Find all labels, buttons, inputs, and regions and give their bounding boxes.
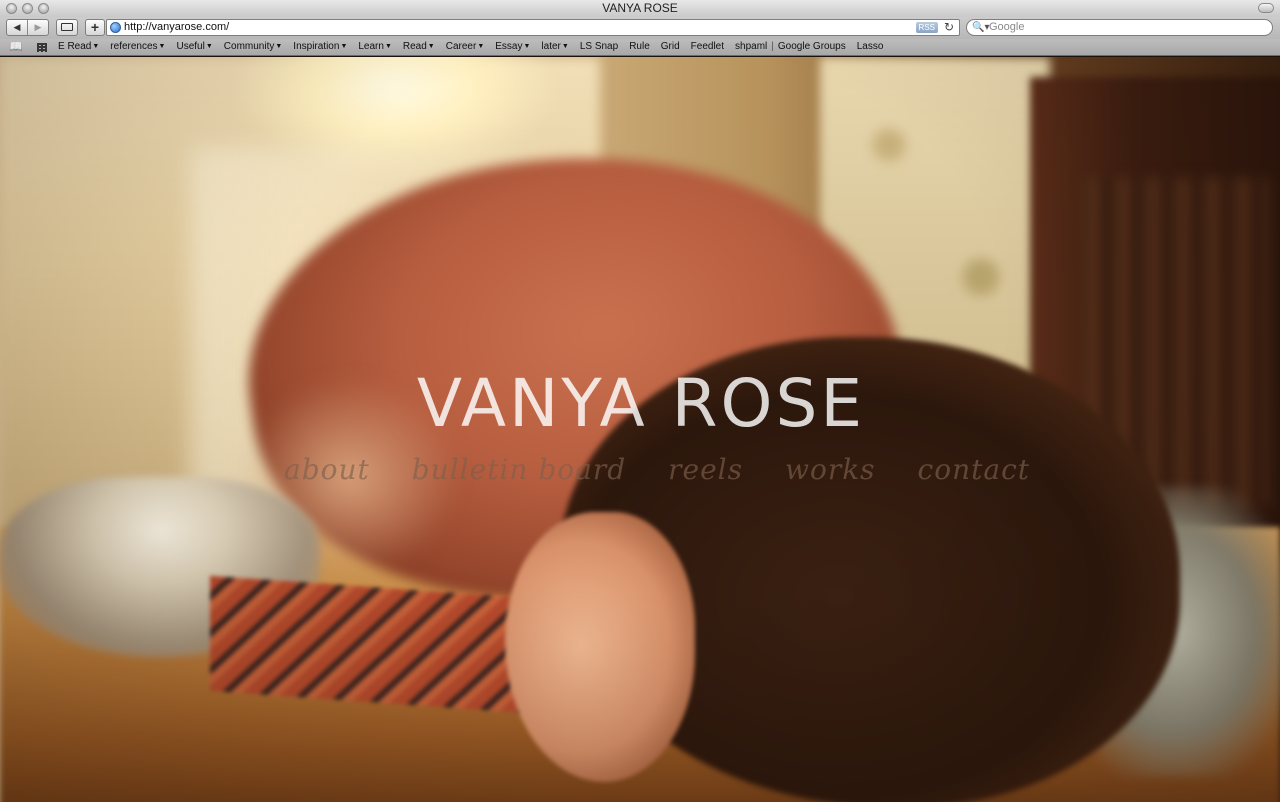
bookmark-e-read[interactable]: E Read▼ (58, 39, 99, 55)
reload-icon[interactable]: ↻ (944, 20, 954, 35)
bookmark-label: LS Snap (579, 41, 619, 52)
book-icon[interactable]: 📖 (9, 39, 23, 55)
bookmark-rule[interactable]: Rule (629, 39, 650, 55)
bookmark-label: Lasso (856, 41, 884, 52)
webclip-button[interactable] (56, 19, 78, 36)
bookmark-references[interactable]: references▼ (110, 39, 165, 55)
bookmark-essay[interactable]: Essay▼ (495, 39, 530, 55)
bookmark-inspiration[interactable]: Inspiration▼ (293, 39, 347, 55)
bookmark-label: Career (445, 41, 477, 52)
chevron-down-icon: ▼ (275, 43, 283, 50)
nav-link-works[interactable]: works (785, 453, 876, 486)
site-title: VANYA ROSE (416, 365, 866, 442)
bookmark-later[interactable]: later▼ (541, 39, 568, 55)
bookmark-community[interactable]: Community▼ (224, 39, 283, 55)
webclip-icon (61, 23, 73, 31)
bookmark-lasso[interactable]: Lasso (857, 39, 884, 55)
bookmarks-bar: 📖 E Read▼ references▼ Useful▼ Community▼ Ins… (0, 39, 1280, 56)
chevron-down-icon: ▼ (158, 43, 166, 50)
bookmark-label: Grid (660, 41, 680, 52)
bookmark-google-groups[interactable]: Google Groups (778, 39, 846, 55)
grid-icon[interactable] (36, 43, 47, 52)
bookmark-shpaml[interactable]: shpaml (735, 39, 767, 55)
bookmark-career[interactable]: Career▼ (446, 39, 485, 55)
window-title: VANYA ROSE (602, 1, 678, 15)
window-controls (6, 3, 49, 14)
bookmarks-list: E Read▼ references▼ Useful▼ Community▼ Inspi… (58, 39, 894, 55)
forward-button[interactable]: ▶ (28, 20, 48, 35)
chevron-down-icon: ▼ (561, 43, 569, 50)
nav-link-contact[interactable]: contact (918, 453, 1030, 486)
bookmark-label: Rule (629, 41, 650, 52)
bookmark-label: Essay (495, 41, 523, 52)
bookmark-feedlet[interactable]: Feedlet (691, 39, 724, 55)
browser-toolbar: ◀ ▶ + http://vanyarose.com/ RSS ↻ 🔍▾ Goo… (0, 17, 1280, 39)
close-window-button[interactable] (6, 3, 17, 14)
chevron-down-icon: ▼ (340, 43, 348, 50)
bookmark-separator: | (771, 41, 774, 52)
search-field[interactable]: 🔍▾ Google (966, 19, 1273, 36)
bookmark-useful[interactable]: Useful▼ (176, 39, 212, 55)
back-forward-buttons: ◀ ▶ (6, 19, 49, 36)
address-text[interactable]: http://vanyarose.com/ (124, 21, 229, 33)
bookmark-label: Useful (176, 41, 205, 52)
bookmark-label: Feedlet (690, 41, 725, 52)
zoom-window-button[interactable] (38, 3, 49, 14)
bookmark-learn[interactable]: Learn▼ (358, 39, 392, 55)
search-placeholder: Google (989, 21, 1025, 33)
chevron-down-icon: ▼ (523, 43, 531, 50)
chevron-down-icon: ▼ (427, 43, 435, 50)
globe-icon (110, 22, 121, 33)
bookmark-label: references (110, 41, 158, 52)
nav-link-about[interactable]: about (284, 453, 370, 486)
bookmark-ls-snap[interactable]: LS Snap (580, 39, 618, 55)
chevron-down-icon: ▼ (92, 43, 100, 50)
rss-button[interactable]: RSS (915, 22, 938, 33)
chevron-down-icon: ▼ (384, 43, 392, 50)
chevron-down-icon: ▼ (477, 43, 485, 50)
back-button[interactable]: ◀ (7, 20, 28, 35)
toolbar-toggle-button[interactable] (1258, 3, 1274, 13)
bookmark-label: Google Groups (777, 41, 846, 52)
bookmark-grid[interactable]: Grid (661, 39, 680, 55)
search-icon[interactable]: 🔍▾ (972, 20, 989, 35)
site-navigation: about bulletin board reels works contact (284, 453, 1030, 486)
bookmark-read[interactable]: Read▼ (403, 39, 435, 55)
add-bookmark-button[interactable]: + (85, 19, 105, 36)
window-titlebar: VANYA ROSE (0, 0, 1280, 17)
bookmark-label: Community (223, 41, 275, 52)
nav-link-reels[interactable]: reels (668, 453, 743, 486)
address-bar[interactable]: http://vanyarose.com/ RSS ↻ (106, 19, 960, 36)
bookmark-label: Read (402, 41, 427, 52)
bookmark-label: Learn (358, 41, 384, 52)
page-content: VANYA ROSE about bulletin board reels works… (0, 57, 1280, 802)
bookmark-label: E Read (58, 41, 92, 52)
bookmark-label: later (541, 41, 561, 52)
bookmark-label: Inspiration (293, 41, 340, 52)
nav-link-bulletin-board[interactable]: bulletin board (412, 453, 626, 486)
minimize-window-button[interactable] (22, 3, 33, 14)
chevron-down-icon: ▼ (205, 43, 213, 50)
bookmark-label: shpaml (735, 41, 768, 52)
